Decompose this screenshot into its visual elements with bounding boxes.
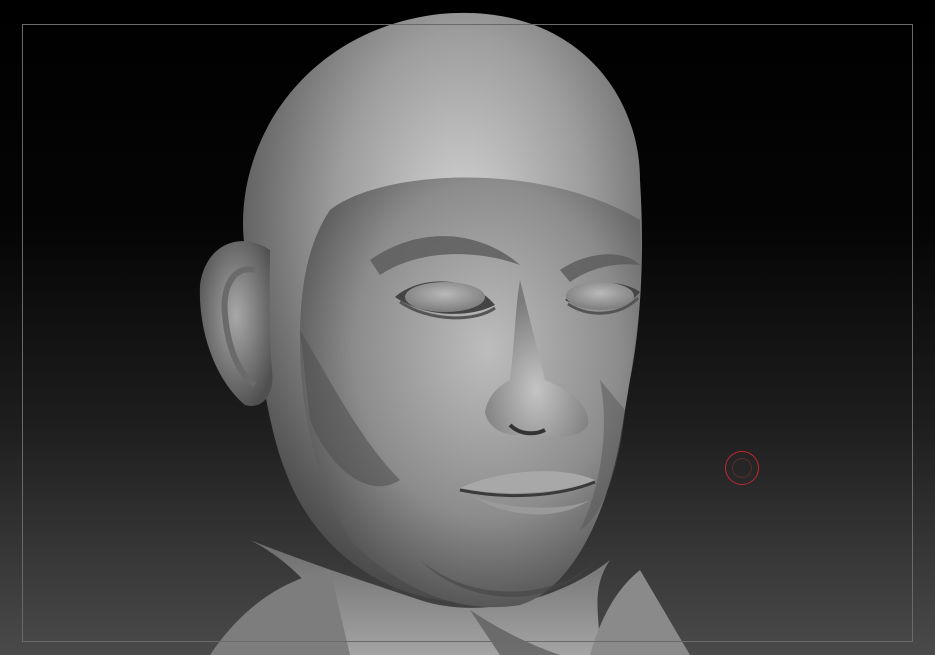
brush-circle-icon [725, 451, 759, 485]
brush-inner-ring [732, 458, 752, 478]
sculpt-viewport[interactable] [0, 0, 935, 655]
sculpted-head-model[interactable] [0, 0, 935, 655]
